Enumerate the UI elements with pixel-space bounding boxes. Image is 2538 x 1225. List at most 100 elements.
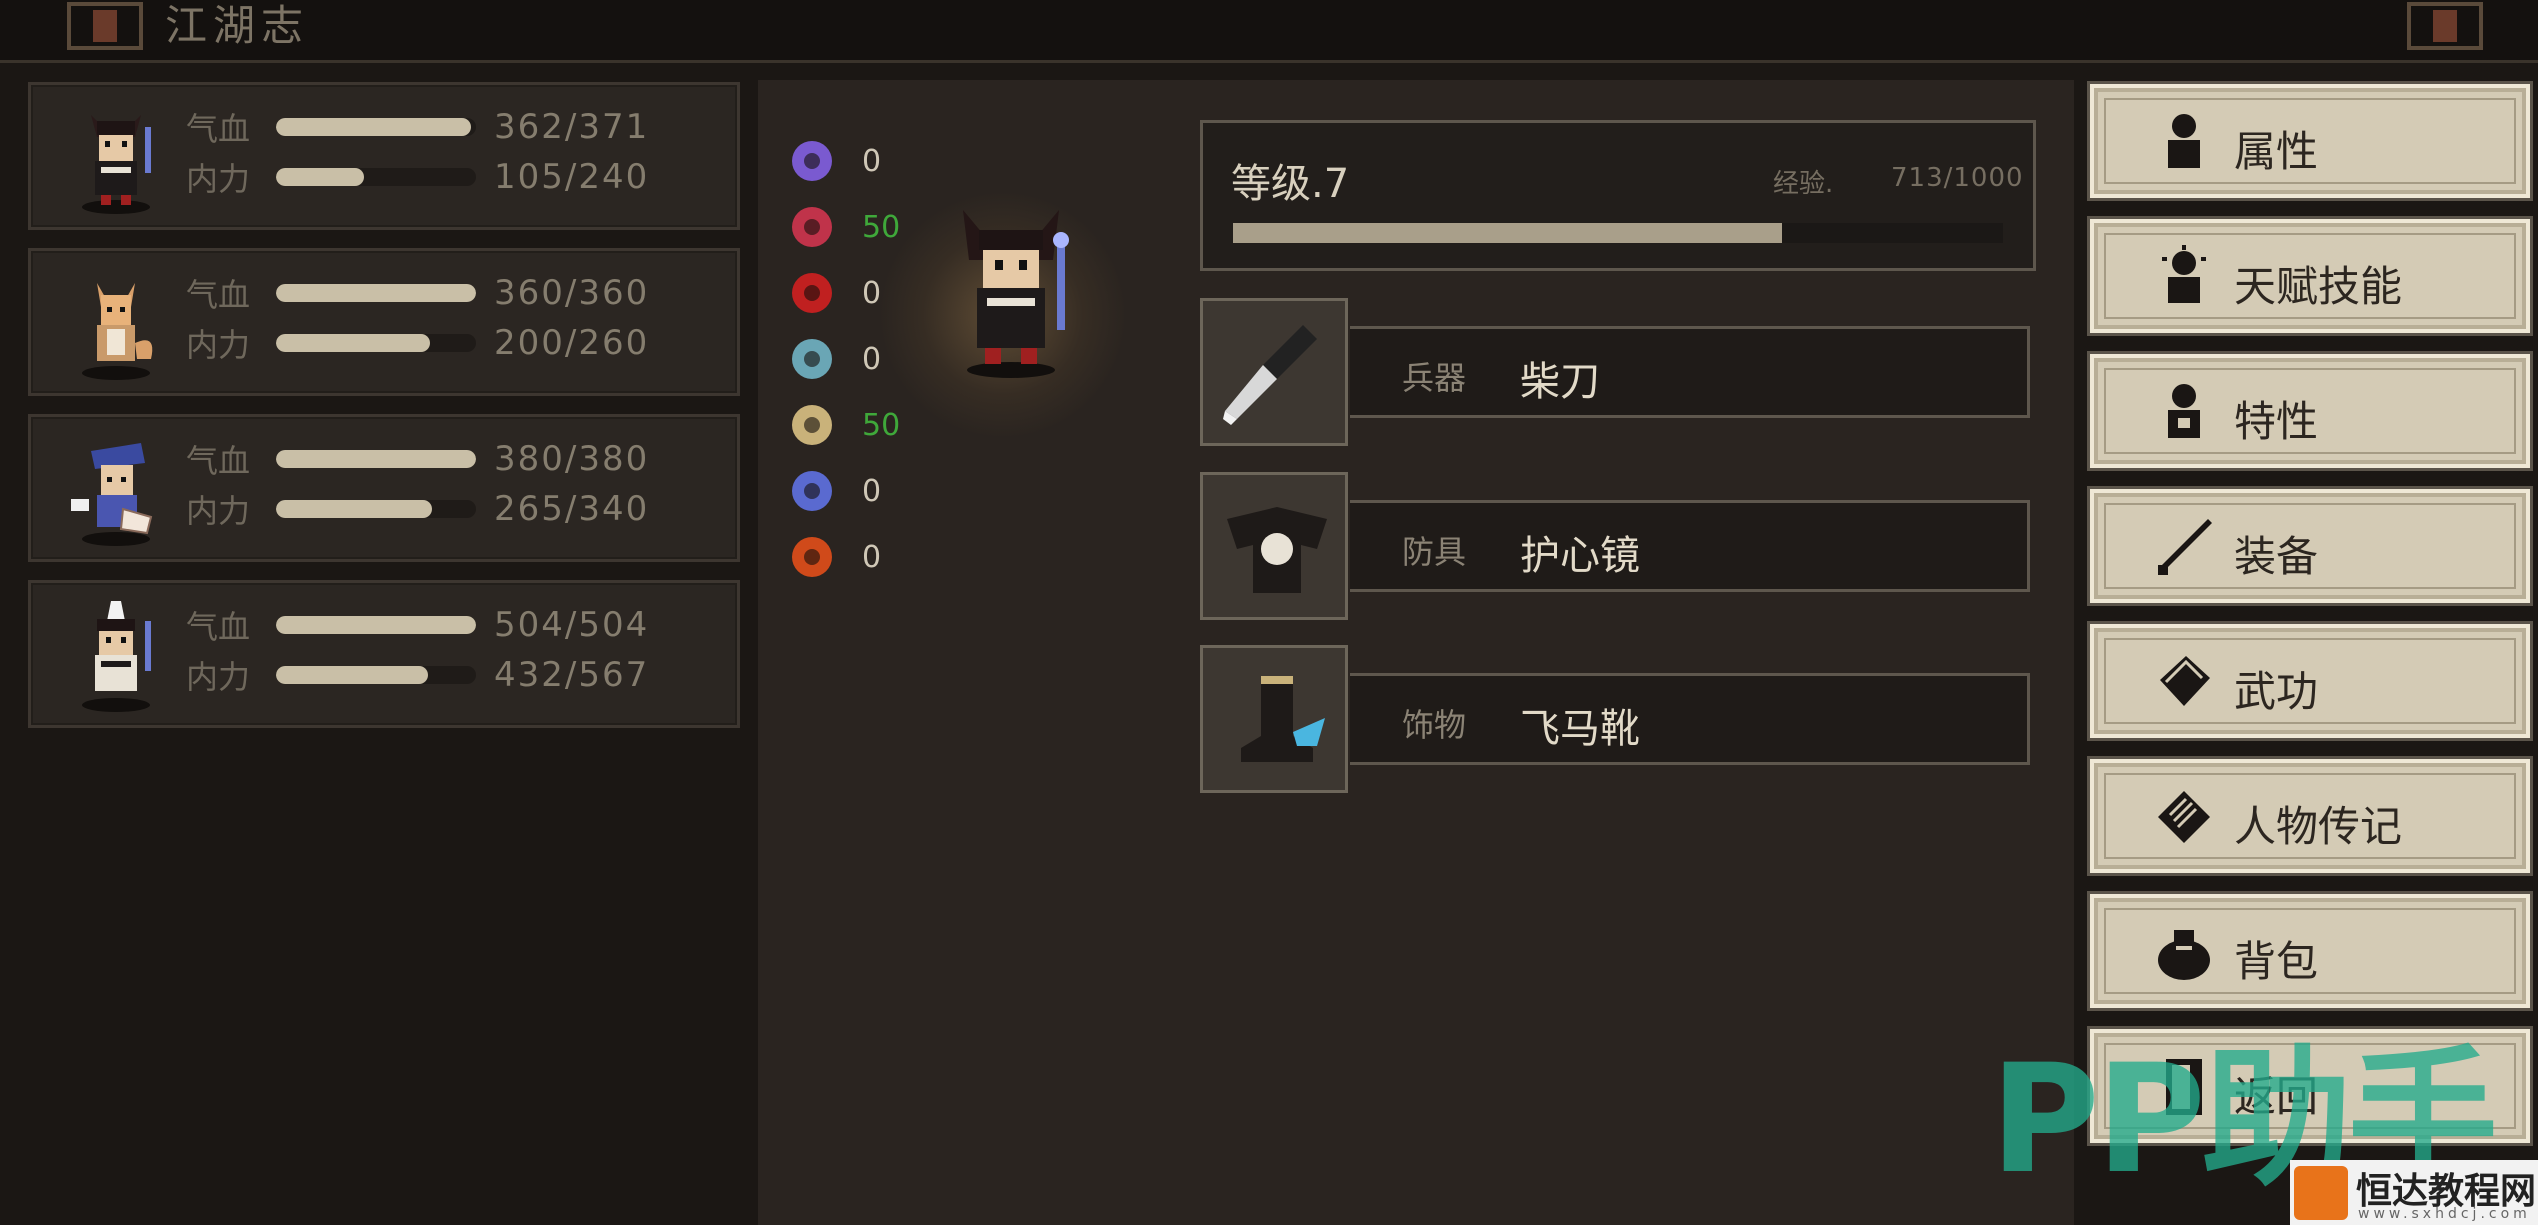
hp-bar-fill [276,284,476,302]
watermark-logo-icon [2294,1166,2348,1220]
mp-bar-fill [276,334,430,352]
mp-row: 内力 265/340 [186,489,650,530]
menu-button-talents[interactable]: 天赋技能 [2090,219,2530,333]
mp-bar [276,334,476,352]
menu-label: 人物传记 [2234,802,2403,851]
accessory-category: 饰物 [1402,706,1467,744]
talent-figure-icon [2162,245,2206,303]
party-list: 气血 362/371 内力 105/240 气血 360/360 内力 200/… [28,82,740,746]
menu-label: 装备 [2234,532,2319,581]
mp-label: 内力 [186,658,251,696]
fire-icon [792,537,832,577]
party-member-4[interactable]: 气血 504/504 内力 432/567 [28,580,740,728]
equip-slot-armor[interactable]: 防具 护心镜 [1200,472,2030,622]
menu-label: 武功 [2234,667,2319,716]
level-label: 等级.7 [1231,161,1350,207]
mp-value: 432/567 [494,655,650,695]
ornament-left-icon [67,2,143,50]
hp-bar-fill [276,118,472,136]
watermark-badge-url: www.sxhdcj.com [2358,1206,2531,1222]
hp-value: 380/380 [494,439,650,479]
scroll-icon [2158,791,2210,843]
weapon-slot[interactable] [1200,298,1348,446]
party-member-3[interactable]: 气血 380/380 内力 265/340 [28,414,740,562]
mp-value: 200/260 [494,323,650,363]
purple-skull-icon [792,141,832,181]
level-panel: 等级.7 经验. 713/1000 [1200,120,2036,271]
avatar-swordsman-icon [82,601,151,712]
mp-value: 265/340 [494,489,650,529]
page-title: 江湖志 [165,1,310,50]
hp-row: 气血 504/504 [186,605,650,646]
avatar-scholar-icon [71,443,153,546]
hp-bar [276,616,476,634]
menu-button-traits[interactable]: 特性 [2090,354,2530,468]
bag-icon [2158,930,2210,980]
mp-row: 内力 432/567 [186,655,650,696]
resistance-value: 0 [862,473,882,509]
party-member-2[interactable]: 气血 360/360 内力 200/260 [28,248,740,396]
hp-row: 气血 362/371 [186,107,650,148]
figure-icon [2168,114,2200,168]
hp-bar [276,284,476,302]
weapon-category: 兵器 [1402,359,1467,397]
hp-value: 362/371 [494,107,650,147]
hp-value: 504/504 [494,605,650,645]
blue-mask-icon [792,471,832,511]
accessory-plate[interactable]: 饰物 飞马靴 [1350,673,2030,765]
exp-bar-fill [1233,223,1782,243]
party-member-1[interactable]: 气血 362/371 内力 105/240 [28,82,740,230]
resistance-row: 0 [792,458,900,524]
hp-value: 360/360 [494,273,650,313]
armor-plate[interactable]: 防具 护心镜 [1350,500,2030,592]
mp-bar [276,500,476,518]
armor-name: 护心镜 [1520,533,1640,579]
menu-label: 背包 [2234,937,2319,986]
boots-icon [1241,676,1325,762]
book-icon [2160,656,2210,706]
resistance-row: 50 [792,392,900,458]
red-splat-icon [792,273,832,313]
resistance-value: 50 [862,407,901,443]
hp-label: 气血 [186,110,251,148]
character-panel: 0 50 0 0 50 0 0 等级.7 经验. 713/1000 兵器 柴刀 … [758,80,2074,1225]
menu-button-equipment[interactable]: 装备 [2090,489,2530,603]
resistance-row: 50 [792,194,900,260]
resistance-value: 0 [862,341,882,377]
resistance-value: 0 [862,143,882,179]
mp-label: 内力 [186,160,251,198]
avatar-hero-girl-icon [82,115,151,214]
hp-label: 气血 [186,608,251,646]
mp-bar-fill [276,168,364,186]
ornament-right-icon [2407,2,2483,50]
hp-bar [276,118,476,136]
mp-value: 105/240 [494,157,650,197]
menu-label: 天赋技能 [2234,262,2403,311]
menu-button-martial-arts[interactable]: 武功 [2090,624,2530,738]
mp-bar-fill [276,500,432,518]
sword-icon [2158,519,2212,575]
bone-icon [792,405,832,445]
equip-slot-accessory[interactable]: 饰物 飞马靴 [1200,645,2030,795]
menu-button-backpack[interactable]: 背包 [2090,894,2530,1008]
mp-bar-fill [276,666,429,684]
hp-row: 气血 360/360 [186,273,650,314]
hp-bar-fill [276,616,476,634]
weapon-plate[interactable]: 兵器 柴刀 [1350,326,2030,418]
menu-button-biography[interactable]: 人物传记 [2090,759,2530,873]
hero-sprite-icon [963,210,1069,378]
mp-bar [276,168,476,186]
resistance-row: 0 [792,524,900,590]
resistance-row: 0 [792,128,900,194]
accessory-slot[interactable] [1200,645,1348,793]
menu-button-attributes[interactable]: 属性 [2090,84,2530,198]
hp-row: 气血 380/380 [186,439,650,480]
equip-slot-weapon[interactable]: 兵器 柴刀 [1200,298,2030,448]
avatar-fox-icon [82,283,153,380]
mp-label: 内力 [186,326,251,364]
armor-slot[interactable] [1200,472,1348,620]
hp-bar [276,450,476,468]
side-menu: 属性 天赋技能 特性 装备 武功 人物传记 背包 返回 [2090,84,2530,1164]
teal-skull-icon [792,339,832,379]
resistance-value: 0 [862,539,882,575]
